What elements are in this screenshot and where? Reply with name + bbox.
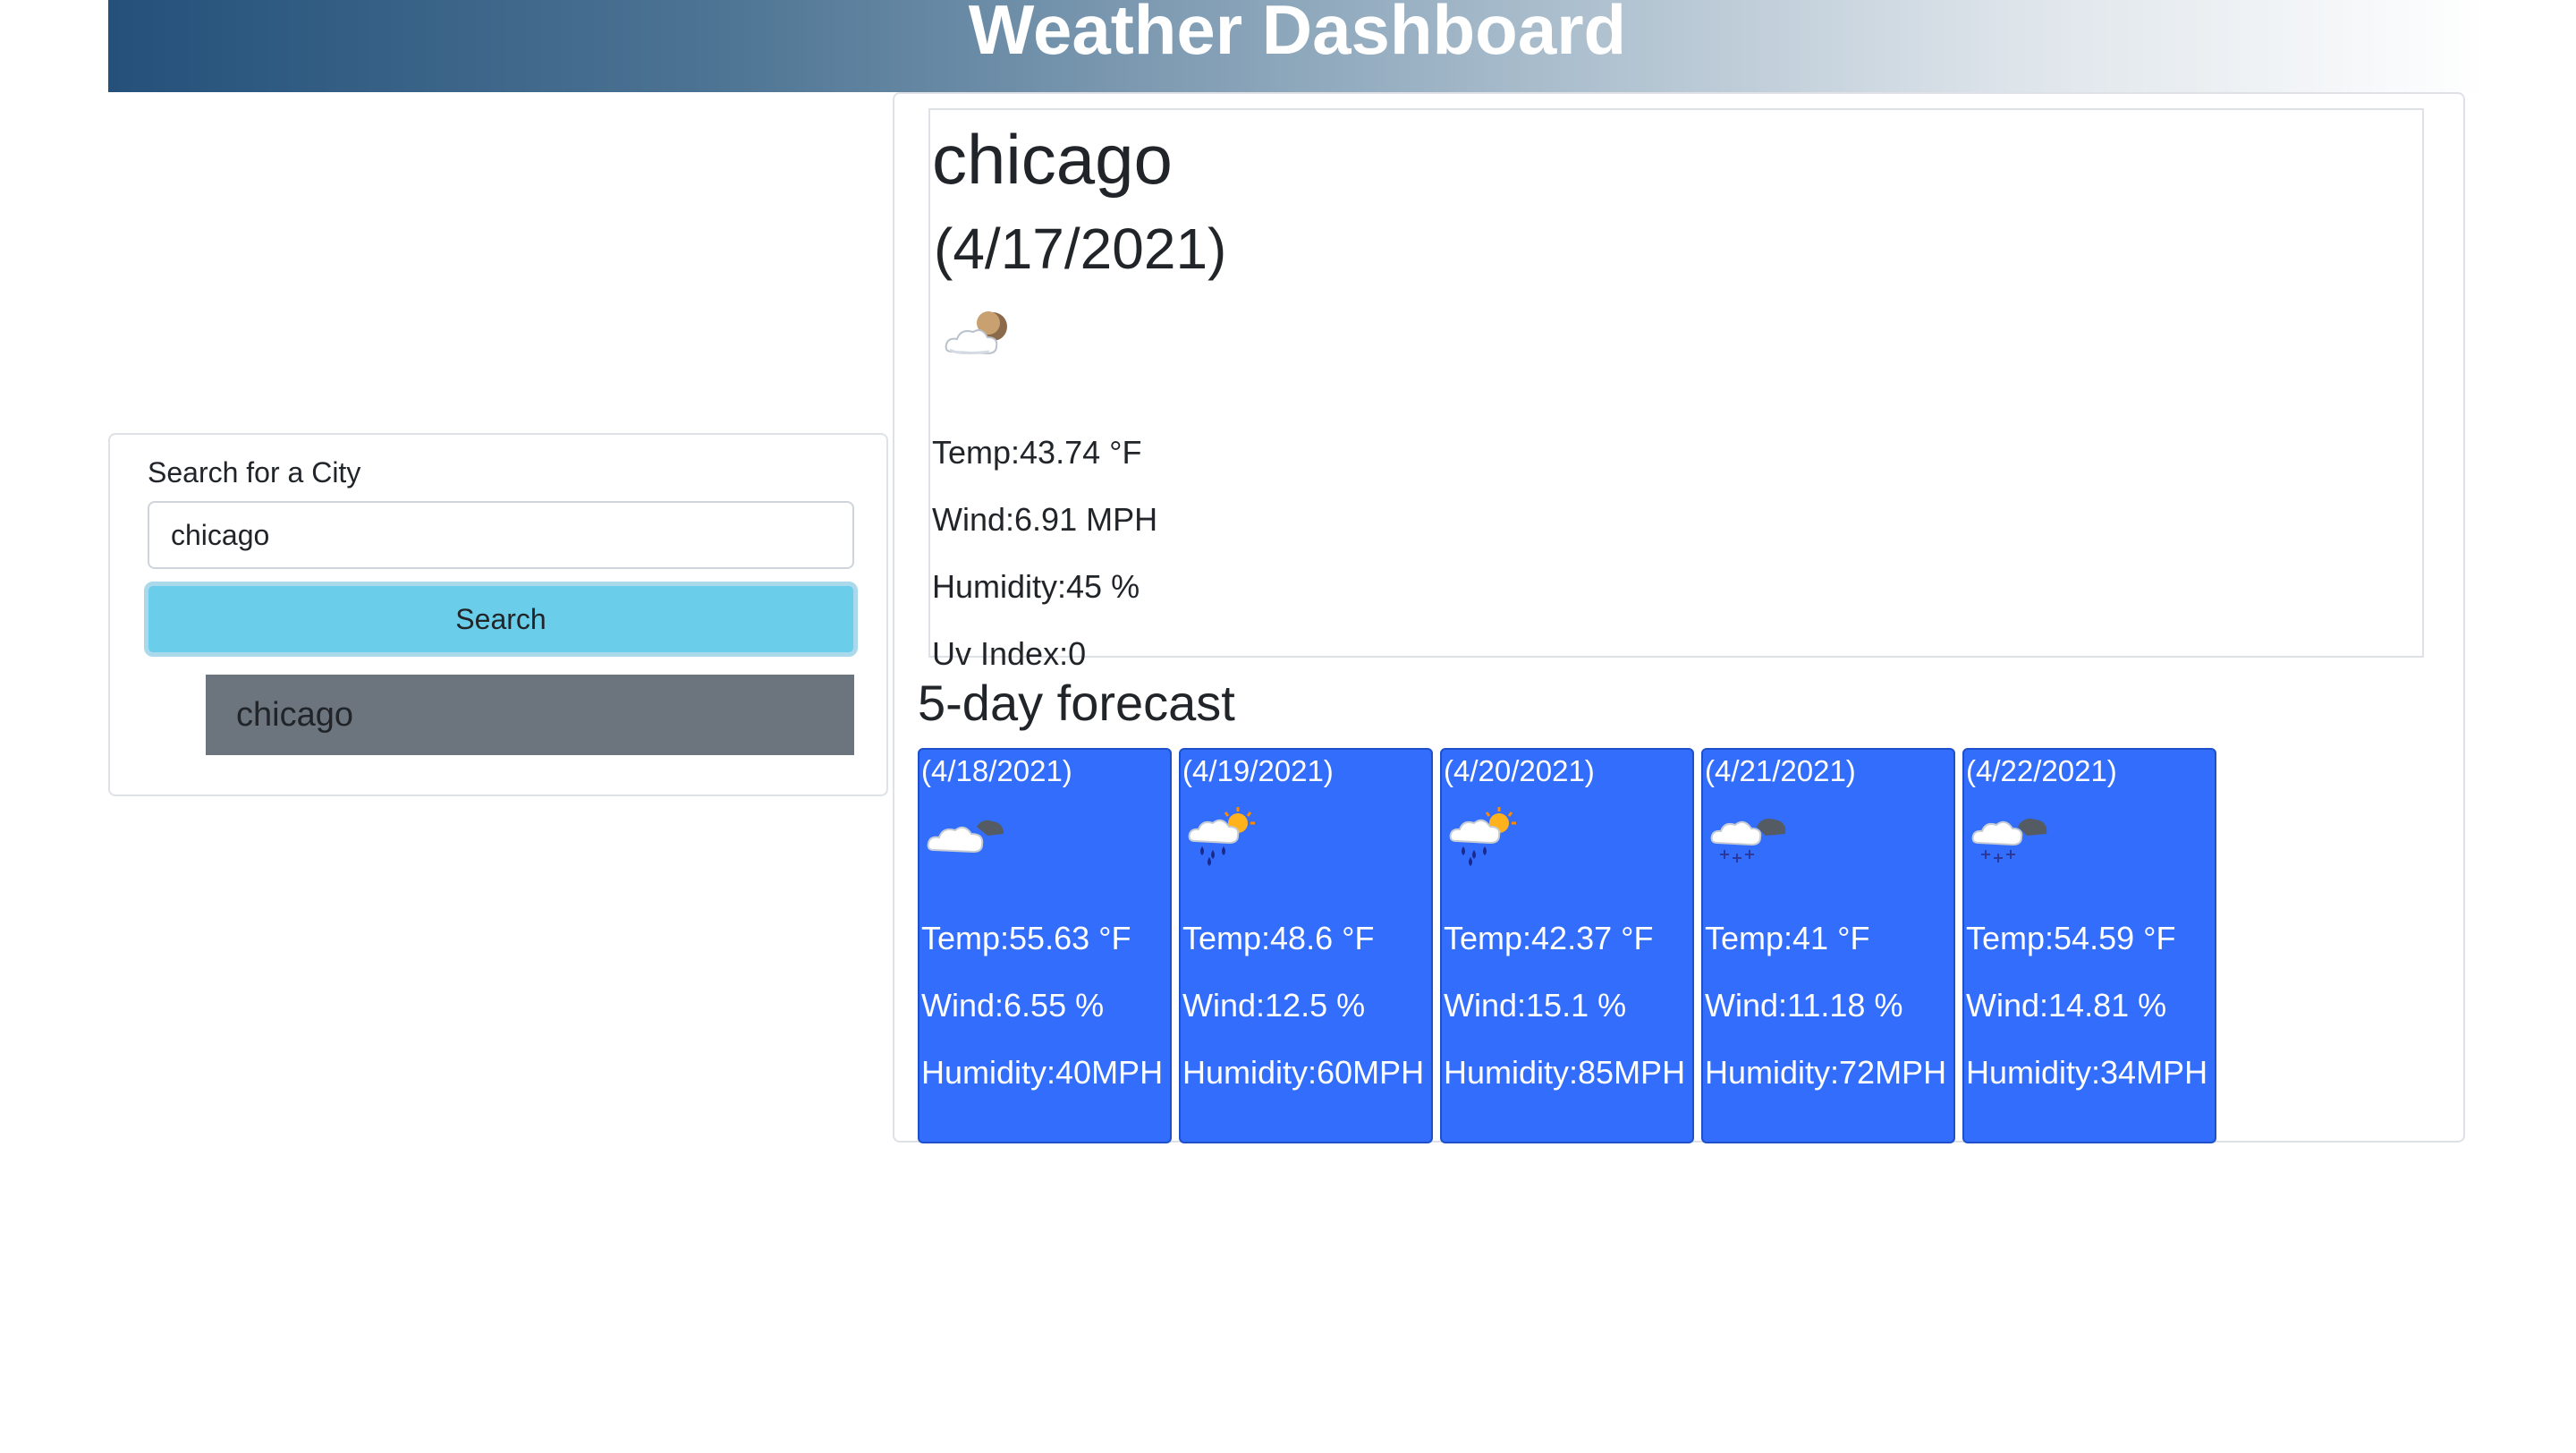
snow-cloud-icon [1970, 805, 2054, 872]
history-item-chicago[interactable]: chicago [206, 675, 854, 755]
current-humidity: Humidity:45 % [932, 568, 1140, 605]
forecast-date: (4/19/2021) [1182, 754, 1334, 787]
cloud-icon [925, 805, 1009, 865]
page-title: Weather Dashboard [968, 0, 1627, 69]
search-label: Search for a City [148, 456, 361, 489]
forecast-date: (4/20/2021) [1444, 754, 1595, 787]
current-city-name: chicago [932, 120, 1173, 199]
forecast-date: (4/18/2021) [921, 754, 1072, 787]
forecast-temp: Temp:54.59 °F [1966, 920, 2176, 956]
forecast-humidity: Humidity:60MPH [1182, 1054, 1425, 1091]
forecast-humidity: Humidity:72MPH [1705, 1054, 1947, 1091]
forecast-temp: Temp:55.63 °F [921, 920, 1131, 956]
partly-cloudy-night-icon [941, 307, 1016, 365]
forecast-humidity: Humidity:40MPH [921, 1054, 1164, 1091]
forecast-wind: Wind:12.5 % [1182, 987, 1366, 1024]
forecast-card: (4/22/2021) Temp:54.59 °F Wind:14.81 % H… [1962, 748, 2216, 1143]
forecast-humidity: Humidity:34MPH [1966, 1054, 2208, 1091]
forecast-wind: Wind:15.1 % [1444, 987, 1627, 1024]
forecast-humidity: Humidity:85MPH [1444, 1054, 1686, 1091]
current-temp: Temp:43.74 °F [932, 434, 1142, 471]
forecast-date: (4/22/2021) [1966, 754, 2117, 787]
city-search-input[interactable] [148, 501, 854, 569]
forecast-wind: Wind:6.55 % [921, 987, 1105, 1024]
snow-cloud-icon [1708, 805, 1792, 872]
current-weather: chicago (4/17/2021) Temp:43.74 °F Wind:6… [928, 108, 2424, 672]
forecast-card: (4/20/2021) Temp:42.37 °F Wind:15.1 % Hu… [1440, 748, 1694, 1143]
forecast-date: (4/21/2021) [1705, 754, 1856, 787]
forecast-wind: Wind:11.18 % [1705, 987, 1903, 1024]
forecast-wind: Wind:14.81 % [1966, 987, 2167, 1024]
search-button[interactable]: Search [144, 582, 858, 657]
forecast-temp: Temp:48.6 °F [1182, 920, 1375, 956]
current-date: (4/17/2021) [934, 217, 1227, 281]
forecast-card: (4/21/2021) Temp:41 °F Wind:11.18 % Humi… [1701, 748, 1955, 1143]
forecast-title: 5-day forecast [918, 675, 1235, 731]
rain-sun-icon [1186, 805, 1261, 872]
forecast-card: (4/19/2021) Temp:48.6 °F Wind:12.5 % Hum… [1179, 748, 1433, 1143]
current-wind: Wind:6.91 MPH [932, 501, 1158, 538]
forecast-temp: Temp:41 °F [1705, 920, 1870, 956]
header-banner: Weather Dashboard [108, 0, 2487, 92]
forecast-temp: Temp:42.37 °F [1444, 920, 1654, 956]
search-panel: Search for a City Search chicago [108, 433, 888, 796]
rain-sun-icon [1447, 805, 1522, 872]
forecast-card: (4/18/2021) Temp:55.63 °F Wind:6.55 % Hu… [918, 748, 1172, 1143]
